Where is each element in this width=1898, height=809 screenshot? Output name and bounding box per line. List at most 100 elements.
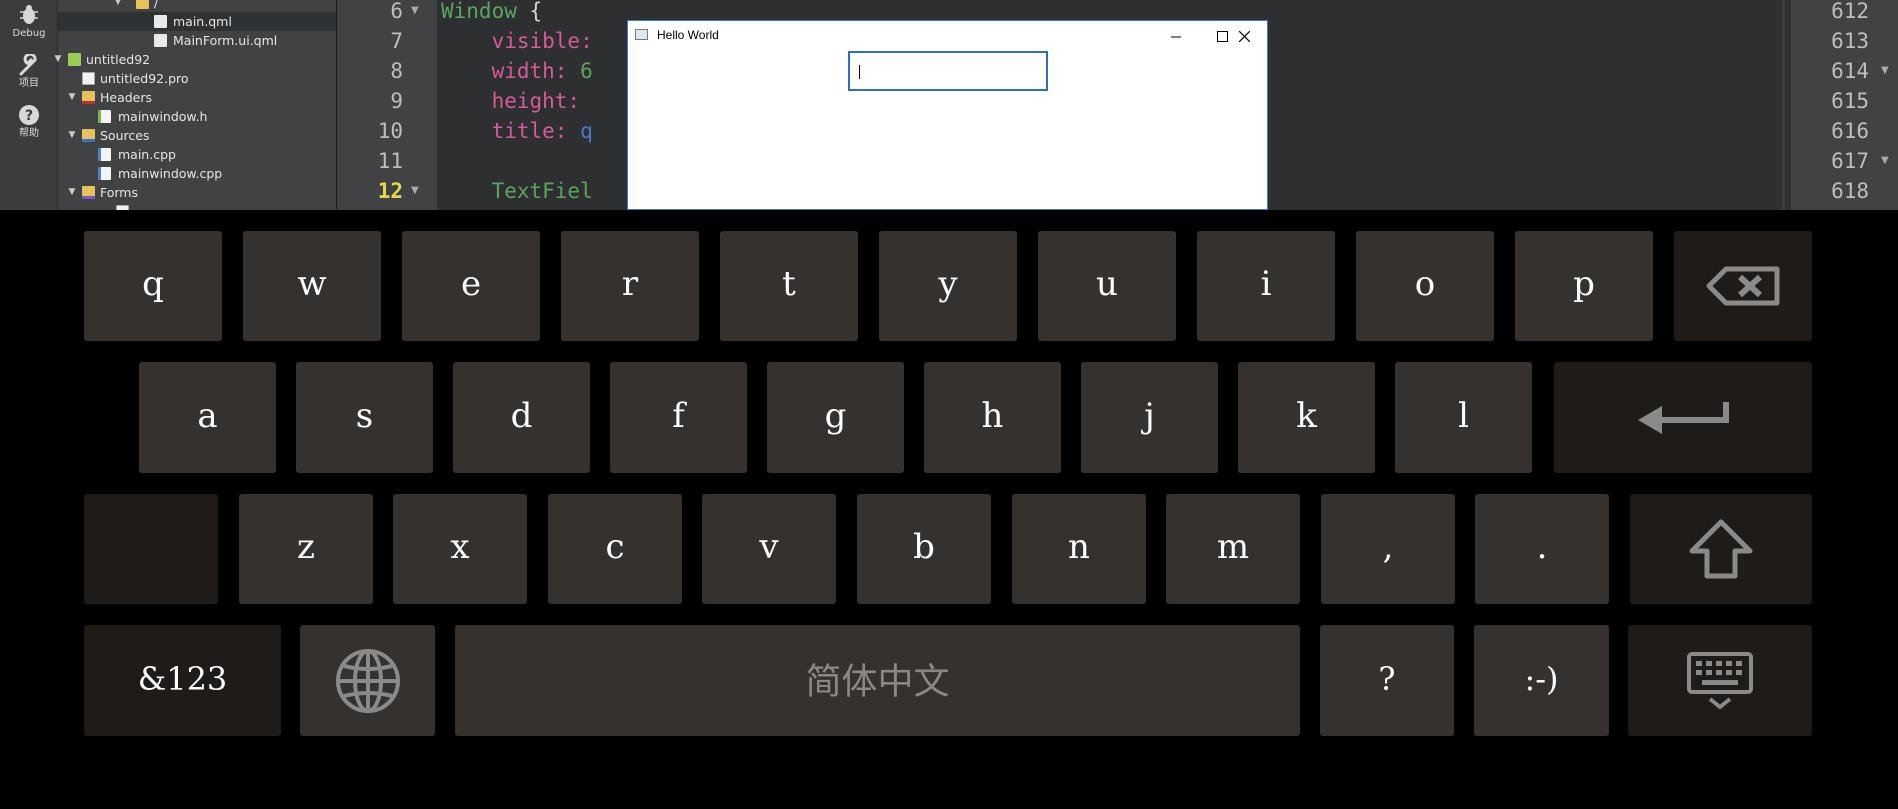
close-icon (1239, 31, 1250, 42)
tree-item-mainwindow-h[interactable]: mainwindow.h (58, 107, 336, 126)
key-k[interactable]: k (1238, 362, 1375, 473)
line-number: 616 (1831, 119, 1869, 143)
key-f[interactable]: f (610, 362, 747, 473)
key-w[interactable]: w (243, 231, 381, 341)
right-line-number-gutter: 612 613 614 ▼ 615 616 617 ▼ 618 (1791, 0, 1898, 210)
folder-icon (136, 0, 149, 9)
tree-item-mainwindow-cpp[interactable]: mainwindow.cpp (58, 164, 336, 183)
space-key[interactable]: 简体中文 (455, 625, 1300, 736)
key-j[interactable]: j (1081, 362, 1218, 473)
line-number: 7 (390, 29, 403, 53)
tree-item-slash-folder[interactable]: ▼ / (58, 0, 336, 12)
close-button[interactable] (1221, 21, 1267, 51)
bug-icon (20, 5, 38, 24)
tree-item-mainform-ui-qml[interactable]: MainForm.ui.qml (58, 31, 336, 50)
language-key[interactable] (300, 625, 435, 736)
window-titlebar[interactable]: Hello World (628, 21, 1267, 51)
project-icon (68, 53, 81, 66)
key-i[interactable]: i (1197, 231, 1335, 341)
smiley-key[interactable]: :-) (1474, 625, 1609, 736)
backspace-key[interactable] (1674, 231, 1812, 341)
mode-debug-button[interactable]: Debug (0, 0, 58, 48)
globe-icon (335, 648, 400, 713)
key-q[interactable]: q (84, 231, 222, 341)
key-m[interactable]: m (1166, 494, 1300, 604)
symbols-key[interactable]: &123 (84, 625, 281, 736)
tree-item-main-cpp[interactable]: main.cpp (58, 145, 336, 164)
wrench-icon (19, 54, 37, 76)
mode-sidebar: Debug 项目 ? 帮助 (0, 0, 58, 210)
forms-folder-icon (82, 186, 95, 199)
hello-world-window[interactable]: Hello World (627, 20, 1268, 210)
app-window-icon (635, 29, 648, 40)
key-d[interactable]: d (453, 362, 590, 473)
key-c[interactable]: c (548, 494, 682, 604)
line-number: 8 (390, 59, 403, 83)
line-number: 11 (377, 149, 403, 173)
key-x[interactable]: x (393, 494, 527, 604)
key-g[interactable]: g (767, 362, 904, 473)
key-o[interactable]: o (1356, 231, 1494, 341)
qml-file-icon (154, 34, 167, 47)
mode-project-label: 项目 (19, 78, 39, 89)
split-editor-panel: 612 613 614 ▼ 615 616 617 ▼ 618 (1782, 0, 1898, 210)
shift-key[interactable] (1630, 494, 1812, 604)
key-n[interactable]: n (1012, 494, 1146, 604)
key-period[interactable]: . (1475, 494, 1609, 604)
key-b[interactable]: b (857, 494, 991, 604)
enter-key[interactable] (1554, 362, 1812, 473)
key-r[interactable]: r (561, 231, 699, 341)
key-v[interactable]: v (702, 494, 836, 604)
sources-folder-icon (82, 129, 95, 142)
shift-icon (1689, 519, 1753, 579)
hide-keyboard-icon (1687, 651, 1753, 710)
code-line: TextFiel (491, 179, 593, 203)
mode-help-button[interactable]: ? 帮助 (0, 100, 58, 148)
fold-arrow-icon[interactable]: ▼ (1881, 56, 1889, 86)
line-number: 613 (1831, 29, 1869, 53)
key-s[interactable]: s (296, 362, 433, 473)
mode-project-button[interactable]: 项目 (0, 50, 58, 98)
minimize-button[interactable] (1153, 21, 1199, 51)
fold-arrow-icon[interactable]: ▼ (411, 0, 419, 26)
key-z[interactable]: z (239, 494, 373, 604)
fold-arrow-icon[interactable]: ▼ (1881, 146, 1889, 176)
headers-folder-icon (82, 91, 95, 104)
key-p[interactable]: p (1515, 231, 1653, 341)
line-number: 10 (377, 119, 403, 143)
header-file-icon (98, 110, 111, 123)
tree-item-pro-file[interactable]: untitled92.pro (58, 69, 336, 88)
backspace-icon (1706, 266, 1780, 306)
key-comma[interactable]: , (1321, 494, 1455, 604)
line-number: 612 (1831, 0, 1869, 23)
text-field[interactable] (848, 51, 1048, 91)
line-number-current: 12 (377, 179, 403, 203)
key-h[interactable]: h (924, 362, 1061, 473)
fold-arrow-icon[interactable]: ▼ (411, 176, 419, 206)
line-number-gutter: 6 ▼ 7 8 9 10 11 12 ▼ (337, 0, 437, 210)
key-a[interactable]: a (139, 362, 276, 473)
spacer-key[interactable] (84, 494, 218, 604)
tree-item-forms[interactable]: ▼ Forms (58, 183, 336, 202)
tree-item-sources[interactable]: ▼ Sources (58, 126, 336, 145)
tree-item-main-qml[interactable]: main.qml (58, 12, 336, 31)
tree-item-project[interactable]: ▼ untitled92 (55, 50, 336, 69)
hide-keyboard-key[interactable] (1628, 625, 1812, 736)
text-caret (859, 65, 860, 79)
key-y[interactable]: y (879, 231, 1017, 341)
question-key[interactable]: ? (1320, 625, 1454, 736)
mode-help-label: 帮助 (19, 128, 39, 139)
key-u[interactable]: u (1038, 231, 1176, 341)
window-title: Hello World (657, 28, 719, 42)
project-tree: ▼ / main.qml MainForm.ui.qml ▼ untitled9… (55, 0, 336, 210)
line-number: 617 (1831, 149, 1869, 173)
key-l[interactable]: l (1395, 362, 1532, 473)
tree-item-headers[interactable]: ▼ Headers (58, 88, 336, 107)
code-line: visible: (491, 29, 593, 53)
line-number: 6 (390, 0, 403, 23)
key-t[interactable]: t (720, 231, 858, 341)
key-e[interactable]: e (402, 231, 540, 341)
qml-file-icon (154, 15, 167, 28)
tree-item-partial[interactable] (58, 202, 336, 210)
svg-text:?: ? (25, 108, 33, 124)
